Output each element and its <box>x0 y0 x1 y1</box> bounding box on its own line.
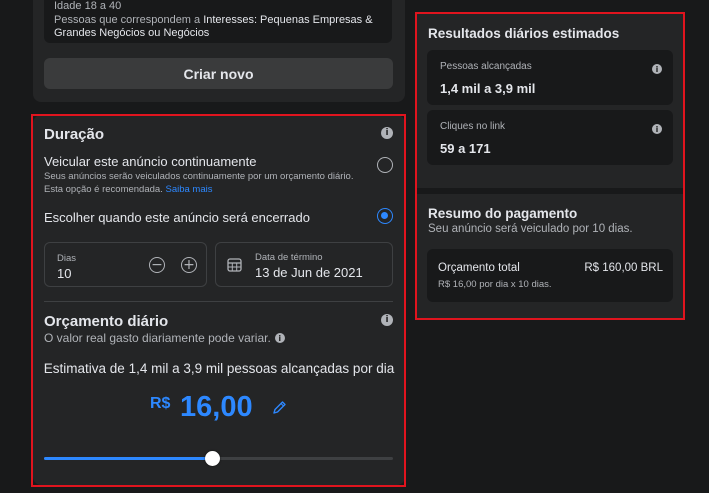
end-date-radio[interactable] <box>377 208 393 224</box>
days-field[interactable]: Dias 10 − + <box>44 242 207 287</box>
learn-more-link[interactable]: Saiba mais <box>165 184 212 195</box>
days-value[interactable]: 10 <box>57 266 71 281</box>
clicks-value: 59 a 171 <box>440 141 491 156</box>
info-icon[interactable]: i <box>381 314 393 326</box>
days-label: Dias <box>57 253 77 264</box>
info-icon[interactable]: i <box>274 333 285 343</box>
budget-slider[interactable] <box>44 451 393 466</box>
continuous-option-description: Seus anúncios serão veiculados continuam… <box>44 170 364 196</box>
end-date-option-label[interactable]: Escolher quando este anúncio será encerr… <box>44 210 310 225</box>
info-icon[interactable]: i <box>652 124 662 134</box>
duration-budget-card: Duração i Veicular este anúncio continua… <box>33 115 405 485</box>
total-budget-value: R$ 160,00 BRL <box>584 262 663 274</box>
minus-icon[interactable]: − <box>149 257 165 273</box>
reach-metric: Pessoas alcançadas 1,4 mil a 3,9 mil i <box>427 50 673 105</box>
daily-budget-subtitle-text: O valor real gasto diariamente pode vari… <box>44 331 271 345</box>
info-icon[interactable]: i <box>652 64 662 74</box>
daily-budget-title: Orçamento diário <box>44 313 169 330</box>
section-separator <box>416 188 684 194</box>
plus-icon[interactable]: + <box>181 257 197 273</box>
end-date-label: Data de término <box>255 252 323 263</box>
payment-summary-box: Orçamento total R$ 160,00 BRL R$ 16,00 p… <box>427 249 673 302</box>
results-card: Resultados diários estimados Pessoas alc… <box>416 13 684 318</box>
end-date-value[interactable]: 13 de Jun de 2021 <box>255 265 363 280</box>
continuous-radio[interactable] <box>377 157 393 173</box>
currency-symbol: R$ <box>150 395 171 412</box>
total-budget-detail: R$ 16,00 por dia x 10 dias. <box>438 279 552 290</box>
audience-summary: Idade 18 a 40 Pessoas que correspondem a… <box>44 0 392 43</box>
info-icon[interactable]: i <box>381 127 393 139</box>
daily-budget-subtitle: O valor real gasto diariamente pode vari… <box>44 331 285 345</box>
total-budget-label: Orçamento total <box>438 262 520 274</box>
payment-subtitle: Seu anúncio será veiculado por 10 dias. <box>428 223 633 235</box>
budget-slider-fill <box>44 457 212 460</box>
clicks-label: Cliques no link <box>440 121 506 132</box>
daily-budget-amount[interactable]: 16,00 <box>180 391 253 424</box>
duration-title: Duração <box>44 126 105 143</box>
results-title: Resultados diários estimados <box>428 26 620 41</box>
continuous-option-label[interactable]: Veicular este anúncio continuamente <box>44 154 256 169</box>
audience-interests-prefix: Pessoas que correspondem a <box>54 13 204 26</box>
audience-age: Idade 18 a 40 <box>54 0 122 12</box>
reach-label: Pessoas alcançadas <box>440 61 532 72</box>
calendar-icon <box>227 258 242 272</box>
budget-slider-handle[interactable] <box>204 451 220 466</box>
end-date-field[interactable]: Data de término 13 de Jun de 2021 <box>215 242 393 287</box>
pencil-icon[interactable] <box>272 400 287 415</box>
reach-estimate-text: Estimativa de 1,4 mil a 3,9 mil pessoas … <box>43 361 395 376</box>
divider <box>44 301 393 302</box>
reach-value: 1,4 mil a 3,9 mil <box>440 81 536 96</box>
payment-title: Resumo do pagamento <box>428 206 578 221</box>
audience-card: Idade 18 a 40 Pessoas que correspondem a… <box>33 0 405 102</box>
create-new-button[interactable]: Criar novo <box>44 58 393 89</box>
clicks-metric: Cliques no link 59 a 171 i <box>427 110 673 165</box>
